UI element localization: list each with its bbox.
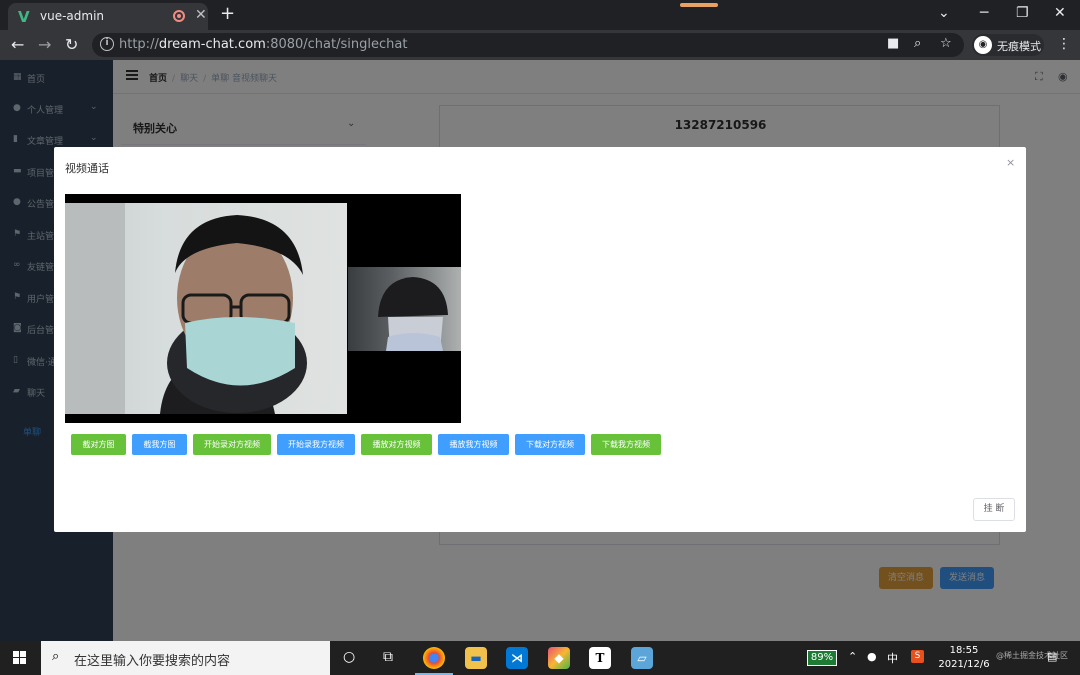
local-video-frame: [378, 277, 448, 351]
tray-chevron-up-icon[interactable]: ⌃: [848, 650, 857, 663]
battery-indicator[interactable]: 89%: [807, 650, 837, 666]
taskbar-search[interactable]: ⌕ 在这里输入你要搜索的内容: [41, 641, 330, 675]
hangup-button[interactable]: 挂 断: [973, 498, 1015, 521]
remote-video-frame: [65, 203, 307, 414]
local-video: [348, 267, 461, 351]
windows-taskbar: ⌕ 在这里输入你要搜索的内容 ○ ⧉ ▬ ⋊ ◆ T ▱ 89% ⌃ ● 中 S…: [0, 641, 1080, 675]
ime-indicator[interactable]: 中: [887, 650, 898, 666]
play-local-button[interactable]: 播放我方视频: [438, 434, 509, 455]
browser-tabstrip: V vue-admin ✕ + ⌄ ─ ❐ ✕: [0, 0, 1080, 30]
download-remote-button[interactable]: 下载对方视频: [515, 434, 585, 455]
zoom-icon[interactable]: ⌕: [914, 36, 921, 51]
capture-remote-button[interactable]: 截对方图: [71, 434, 126, 455]
reload-icon[interactable]: ↻: [65, 35, 78, 54]
play-remote-button[interactable]: 播放对方视频: [361, 434, 432, 455]
chevron-down-icon[interactable]: ⌄: [938, 5, 950, 21]
taskbar-search-placeholder: 在这里输入你要搜索的内容: [74, 654, 231, 669]
typora-icon[interactable]: T: [589, 647, 611, 669]
file-explorer-icon[interactable]: ▬: [465, 647, 487, 669]
recording-icon: [173, 10, 185, 22]
sourcetree-icon[interactable]: ◆: [548, 647, 570, 669]
search-icon: ⌕: [52, 649, 60, 664]
tab-search-indicator: [680, 3, 718, 7]
notification-icon[interactable]: ▤: [1047, 650, 1057, 663]
windows-start-icon[interactable]: [13, 651, 27, 665]
star-icon[interactable]: ☆: [940, 36, 952, 51]
close-window-icon[interactable]: ✕: [1054, 5, 1066, 21]
vue-logo-icon: V: [18, 8, 30, 26]
download-local-button[interactable]: 下载我方视频: [591, 434, 661, 455]
incognito-icon: ◉: [974, 36, 992, 54]
info-icon[interactable]: i: [100, 37, 114, 51]
video-area: [65, 194, 461, 423]
tab-close-icon[interactable]: ✕: [195, 7, 207, 23]
sogou-input-icon[interactable]: S: [911, 650, 924, 663]
restore-icon[interactable]: ❐: [1016, 5, 1029, 21]
close-icon[interactable]: ×: [1006, 156, 1015, 169]
camera-icon[interactable]: ■: [887, 36, 899, 51]
record-local-button[interactable]: 开始录我方视频: [277, 434, 355, 455]
task-view-icon[interactable]: ⧉: [383, 649, 393, 665]
notepad-icon[interactable]: ▱: [631, 647, 653, 669]
cortana-icon[interactable]: ○: [343, 649, 355, 665]
browser-tab[interactable]: V vue-admin ✕: [8, 3, 208, 30]
microphone-icon[interactable]: ●: [867, 650, 877, 663]
forward-icon[interactable]: →: [38, 35, 51, 54]
url-text[interactable]: http://dream-chat.com:8080/chat/singlech…: [119, 37, 407, 52]
chrome-icon[interactable]: [423, 647, 445, 669]
vscode-icon[interactable]: ⋊: [506, 647, 528, 669]
clock-time: 18:55: [949, 645, 979, 656]
video-call-dialog: 视频通话 × 截对方图 截我方图 开始录对方视频 开始录我方视频 播放对方视频 …: [54, 147, 1026, 532]
record-remote-button[interactable]: 开始录对方视频: [193, 434, 271, 455]
back-icon[interactable]: ←: [11, 35, 24, 54]
new-tab-button[interactable]: +: [220, 3, 235, 24]
incognito-label: 无痕模式: [997, 40, 1041, 53]
more-menu-icon[interactable]: ⋮: [1057, 36, 1071, 52]
incognito-badge[interactable]: ◉ 无痕模式: [972, 34, 1044, 56]
browser-toolbar: ← → ↻ i http://dream-chat.com:8080/chat/…: [0, 30, 1080, 60]
tab-title: vue-admin: [40, 9, 105, 23]
system-clock[interactable]: 18:55 2021/12/6: [938, 644, 990, 672]
clock-date: 2021/12/6: [938, 659, 990, 670]
minimize-icon[interactable]: ─: [980, 5, 988, 21]
capture-local-button[interactable]: 截我方图: [132, 434, 187, 455]
dialog-title: 视频通话: [65, 162, 109, 175]
remote-video: [65, 203, 347, 414]
address-bar[interactable]: i http://dream-chat.com:8080/chat/single…: [92, 33, 964, 57]
